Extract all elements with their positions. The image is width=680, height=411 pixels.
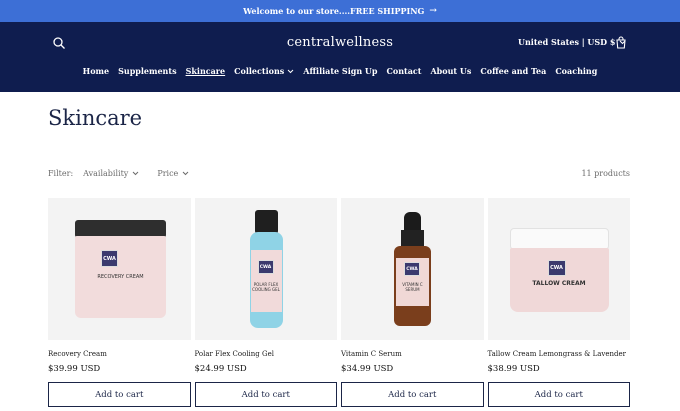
availability-filter[interactable]: Availability	[83, 169, 139, 178]
bottle-label-text: VITAMIN C SERUM	[402, 282, 423, 292]
nav-label: Coaching	[555, 66, 598, 76]
announcement-text: Welcome to our store....FREE SHIPPING	[243, 6, 425, 16]
add-to-cart-button[interactable]: Add to cart	[487, 382, 630, 407]
add-to-cart-button[interactable]: Add to cart	[341, 382, 484, 407]
chevron-down-icon	[132, 171, 139, 176]
nav-coaching[interactable]: Coaching	[555, 66, 597, 76]
product-card: CWA RECOVERY CREAM Recovery Cream $39.99…	[48, 198, 191, 407]
nav-label: Skincare	[185, 66, 226, 76]
nav-supplements[interactable]: Supplements	[118, 66, 176, 76]
jar-label-text: RECOVERY CREAM	[97, 274, 144, 280]
announcement-bar[interactable]: Welcome to our store....FREE SHIPPING →	[0, 0, 680, 22]
country-label: United States | USD $	[518, 37, 616, 47]
product-price: $38.99 USD	[487, 364, 540, 374]
product-image-tallow-cream[interactable]: CWA TALLOW CREAM	[487, 198, 630, 340]
nav-label: Collections	[234, 66, 285, 76]
product-card: CWA VITAMIN C SERUM Vitamin C Serum $34.…	[341, 198, 484, 407]
nav-skincare[interactable]: Skincare	[186, 66, 226, 76]
product-image-vitamin-c-serum[interactable]: CWA VITAMIN C SERUM	[341, 198, 484, 340]
product-name[interactable]: Polar Flex Cooling Gel	[195, 350, 338, 359]
bottle-label-text: POLAR FLEX COOLING GEL	[252, 282, 280, 292]
page-title: Skincare	[48, 106, 143, 130]
nav-label: Contact	[386, 66, 422, 76]
nav-contact[interactable]: Contact	[387, 66, 422, 76]
product-image-recovery-cream[interactable]: CWA RECOVERY CREAM	[48, 198, 191, 340]
nav-home[interactable]: Home	[83, 66, 109, 76]
product-image-polar-flex-cooling-gel[interactable]: CWA POLAR FLEX COOLING GEL	[194, 198, 337, 340]
chevron-down-icon	[287, 69, 294, 73]
arrow-right-icon: →	[429, 6, 437, 16]
product-grid: CWA RECOVERY CREAM Recovery Cream $39.99…	[48, 198, 630, 407]
jar-label-text: TALLOW CREAM	[532, 280, 586, 287]
product-price: $24.99 USD	[194, 364, 247, 374]
product-count: 11 products	[581, 169, 630, 178]
availability-label: Availability	[83, 169, 129, 178]
nav-label: Supplements	[118, 66, 177, 76]
nav-about-us[interactable]: About Us	[430, 66, 471, 76]
price-filter[interactable]: Price	[157, 169, 189, 178]
nav-label: About Us	[430, 66, 472, 76]
nav-affiliate-sign-up[interactable]: Affiliate Sign Up	[303, 66, 377, 76]
product-name[interactable]: Vitamin C Serum	[341, 350, 484, 359]
filter-bar: Filter: Availability Price 11 products	[48, 169, 630, 178]
cwa-logo: CWA	[101, 250, 118, 267]
site-header: centralwellness United States | USD $ Ho…	[0, 22, 680, 92]
nav-collections[interactable]: Collections	[234, 66, 294, 76]
filter-label: Filter:	[48, 169, 74, 178]
nav-label: Home	[82, 66, 110, 76]
cwa-logo: CWA	[404, 262, 420, 276]
product-price: $34.99 USD	[341, 364, 394, 374]
cwa-logo: CWA	[547, 260, 566, 276]
main-nav: Home Supplements Skincare Collections Af…	[0, 66, 680, 76]
product-name[interactable]: Recovery Cream	[48, 350, 191, 359]
product-card: CWA POLAR FLEX COOLING GEL Polar Flex Co…	[194, 198, 338, 407]
cwa-logo: CWA	[257, 260, 274, 274]
add-to-cart-button[interactable]: Add to cart	[48, 382, 191, 407]
nav-label: Affiliate Sign Up	[303, 66, 378, 76]
product-price: $39.99 USD	[48, 364, 101, 374]
chevron-down-icon	[182, 171, 189, 176]
product-name[interactable]: Tallow Cream Lemongrass & Lavender	[488, 350, 631, 359]
add-to-cart-button[interactable]: Add to cart	[194, 382, 337, 407]
price-label: Price	[157, 169, 179, 178]
country-selector[interactable]: United States | USD $	[518, 37, 626, 47]
product-card: CWA TALLOW CREAM Tallow Cream Lemongrass…	[487, 198, 631, 407]
nav-coffee-and-tea[interactable]: Coffee and Tea	[480, 66, 546, 76]
cart-icon[interactable]	[614, 36, 628, 50]
nav-label: Coffee and Tea	[480, 66, 547, 76]
